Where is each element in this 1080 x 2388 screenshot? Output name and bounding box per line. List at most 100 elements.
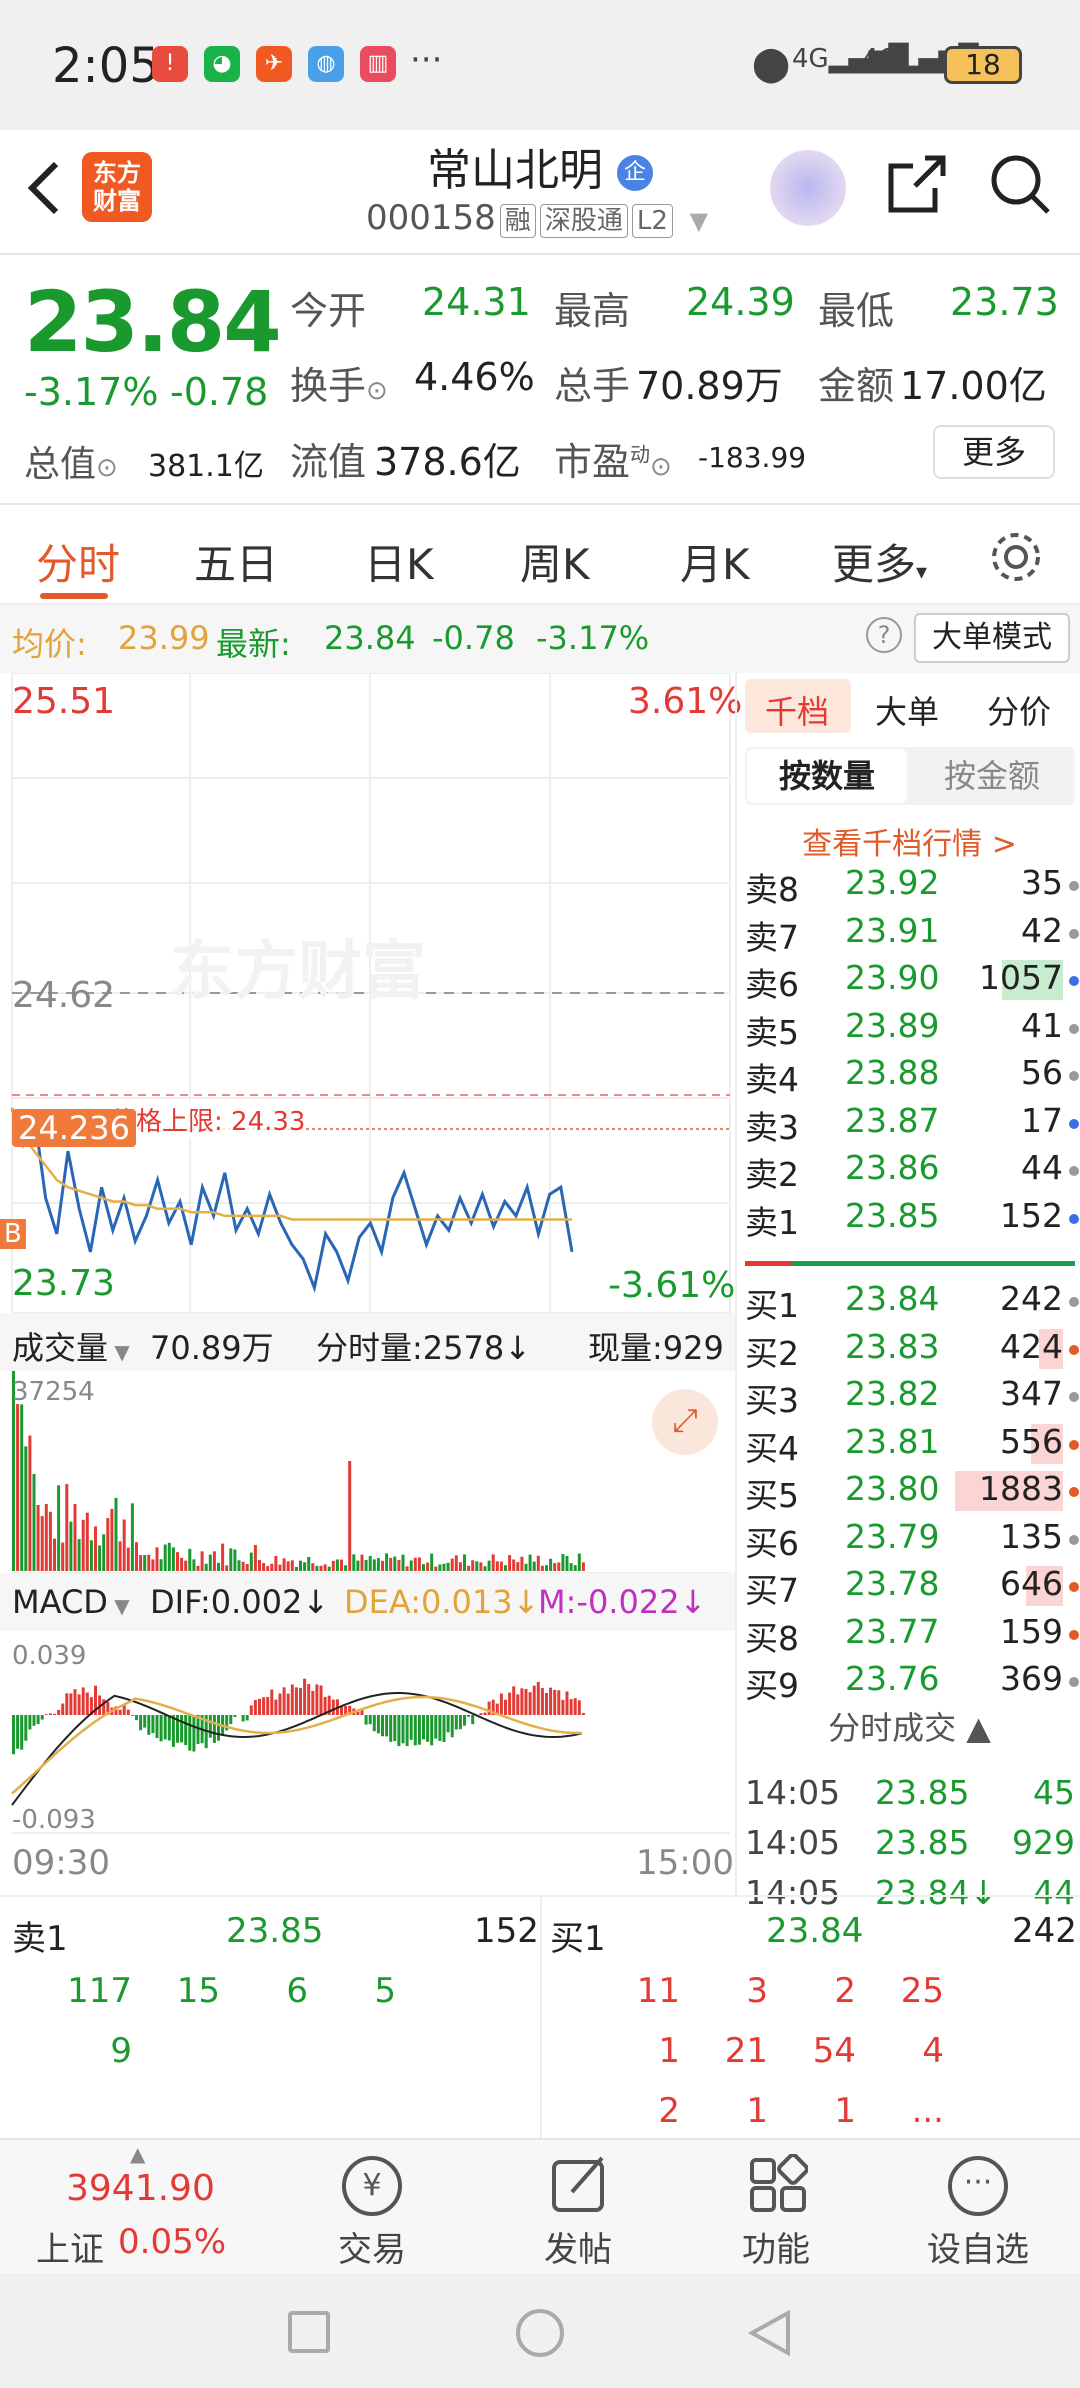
volume-bar: [73, 1503, 77, 1571]
trade-price: 23.85: [875, 1823, 970, 1862]
stock-code-row[interactable]: 000158 融深股通 L2 ▼: [366, 198, 708, 238]
bid-row[interactable]: 买9 23.76 369: [745, 1659, 1079, 1706]
tab-more[interactable]: 更多▾: [832, 531, 927, 592]
by-amount-tab[interactable]: 按金额: [911, 749, 1073, 803]
nav-trade[interactable]: ¥ 交易: [264, 2140, 480, 2275]
volume-bar: [434, 1566, 438, 1571]
ask-row[interactable]: 卖1 23.85 152: [745, 1196, 1079, 1243]
tab-five-day[interactable]: 五日: [194, 531, 278, 592]
bid-row[interactable]: 买6 23.79 135: [745, 1517, 1079, 1564]
trade-price: 23.85: [875, 1773, 970, 1812]
reader-icon: ▥: [360, 46, 396, 82]
crosshair-price-tag: 24.236: [12, 1109, 136, 1147]
ai-assistant-icon[interactable]: [770, 150, 846, 226]
by-quantity-tab[interactable]: 按数量: [747, 749, 907, 803]
ask-row[interactable]: 卖6 23.90 1057: [745, 958, 1079, 1005]
volume-bar: [114, 1497, 118, 1571]
bid-row[interactable]: 买4 23.81 556: [745, 1422, 1079, 1469]
bid-row[interactable]: 买1 23.84 242: [745, 1279, 1079, 1326]
tab-monthly-k[interactable]: 月K: [680, 531, 750, 592]
tab-depth[interactable]: 千档: [765, 687, 829, 733]
nav-add-watchlist[interactable]: ··· 设自选: [870, 2140, 1080, 2275]
volume-bar: [368, 1555, 372, 1571]
macd-bar: [356, 1711, 360, 1715]
macd-bar: [81, 1687, 85, 1715]
bid-row[interactable]: 买5 23.80 1883: [745, 1469, 1079, 1516]
more-button[interactable]: 更多: [933, 425, 1055, 479]
chart-bottom-price: 23.73: [12, 1263, 116, 1304]
ask-row[interactable]: 卖7 23.91 42: [745, 911, 1079, 958]
macd-top: 0.039: [12, 1641, 87, 1671]
bid-queue-cell: 1: [746, 2091, 768, 2131]
level-price: 23.83: [845, 1326, 940, 1366]
pe-label: 市盈动⊙: [554, 440, 672, 484]
expand-icon[interactable]: ⤢: [652, 1389, 718, 1455]
trades-header[interactable]: 分时成交 ▲: [737, 1703, 1080, 1761]
volume-bar: [94, 1526, 97, 1571]
macd-bar: [401, 1715, 405, 1744]
home-circle-icon[interactable]: [516, 2309, 564, 2357]
active-tab-indicator: [40, 593, 108, 599]
volume-bar: [151, 1559, 155, 1571]
volume-bar: [241, 1561, 245, 1571]
tab-daily-k[interactable]: 日K: [364, 531, 434, 592]
amount-label: 金额: [818, 364, 895, 408]
level-label: 买4: [745, 1428, 799, 1468]
volume-bar: [319, 1565, 323, 1571]
nav-functions[interactable]: 功能: [668, 2140, 884, 2275]
volume-bar: [98, 1545, 102, 1571]
ask-row[interactable]: 卖2 23.86 44: [745, 1148, 1079, 1195]
volume-bar: [413, 1557, 417, 1571]
volume-bar: [323, 1564, 327, 1571]
tab-price-distribution[interactable]: 分价: [987, 687, 1051, 733]
bid-row[interactable]: 买2 23.83 424: [745, 1326, 1079, 1374]
bid-row[interactable]: 买8 23.77 159: [745, 1611, 1079, 1659]
tab-weekly-k[interactable]: 周K: [520, 531, 590, 592]
connect-tag: 深股通: [539, 204, 628, 238]
avg-value: 23.99: [118, 619, 210, 657]
search-icon[interactable]: [988, 152, 1052, 216]
ask-row[interactable]: 卖8 23.92 35: [745, 863, 1079, 910]
nav-post[interactable]: 发帖: [470, 2140, 686, 2275]
volume-header: 成交量 ▼ 70.89万 分时量:2578↓ 现量:929: [0, 1313, 735, 1371]
macd-indicator-select[interactable]: MACD ▼: [12, 1583, 130, 1621]
l2-tag: L2: [631, 204, 673, 238]
bid-row[interactable]: 买3 23.82 347: [745, 1374, 1079, 1421]
macd-bar: [376, 1715, 380, 1734]
buy-marker[interactable]: B: [0, 1219, 26, 1249]
volume-bar: [61, 1542, 65, 1571]
share-icon[interactable]: [885, 152, 949, 216]
notification-app-icon: !: [152, 46, 188, 82]
ask-row[interactable]: 卖4 23.88 56: [745, 1053, 1079, 1100]
bid-queue-cell: 2: [658, 2091, 680, 2131]
level-volume: 159: [1000, 1611, 1063, 1651]
index-ticker[interactable]: ▲ 3941.90 上证 0.05%: [0, 2140, 226, 2275]
bid-row[interactable]: 买7 23.78 646: [745, 1564, 1079, 1611]
recents-square-icon[interactable]: [288, 2311, 330, 2353]
level-price: 23.87: [845, 1100, 940, 1140]
settings-gear-icon[interactable]: [988, 529, 1044, 585]
big-order-mode-button[interactable]: 大单模式: [914, 613, 1070, 663]
volume-bar: [495, 1561, 499, 1571]
index-value: 3941.90: [66, 2168, 215, 2209]
volume-bar: [290, 1560, 294, 1571]
volume-bar: [331, 1560, 335, 1571]
macd-bar: [520, 1688, 524, 1715]
ask-row[interactable]: 卖5 23.89 41: [745, 1006, 1079, 1053]
volume-bar: [430, 1553, 434, 1571]
tab-intraday[interactable]: 分时: [36, 531, 120, 592]
chart-grid: [11, 672, 731, 1834]
intraday-chart[interactable]: 东方财富 25.51 3.61% 24.62 价格上限: 24.33 24.23…: [0, 672, 742, 1895]
macd-bar: [249, 1705, 253, 1715]
help-icon[interactable]: ?: [866, 617, 902, 653]
view-depth-link[interactable]: 查看千档行情 >: [737, 819, 1080, 863]
volume-indicator-select[interactable]: 成交量 ▼: [12, 1323, 130, 1369]
macd-bar: [233, 1715, 237, 1717]
tab-big-orders[interactable]: 大单: [875, 687, 939, 733]
volume-bar: [471, 1560, 475, 1571]
ask-row[interactable]: 卖3 23.87 17: [745, 1100, 1079, 1148]
bid-queue-cell: 2: [834, 1971, 856, 2011]
macd-bar: [167, 1715, 171, 1741]
macd-bar: [573, 1698, 577, 1715]
back-triangle-icon[interactable]: [744, 2307, 796, 2359]
